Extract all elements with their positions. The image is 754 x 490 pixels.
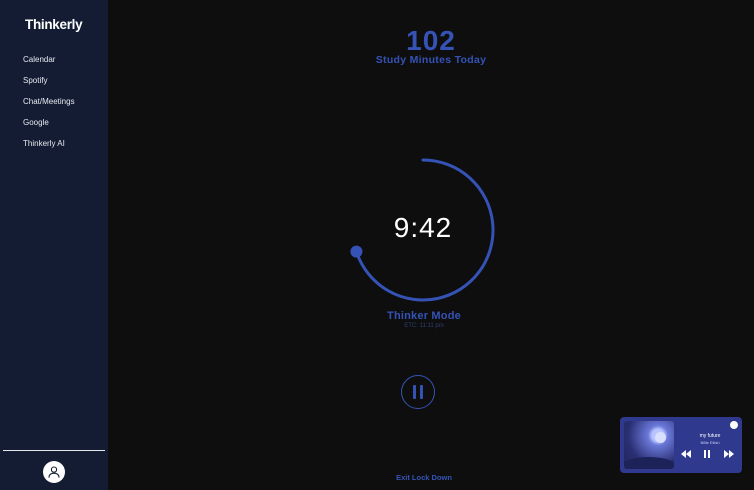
- pause-icon: [413, 385, 416, 399]
- next-track-button[interactable]: [724, 450, 734, 460]
- track-title: my future: [699, 433, 721, 439]
- user-icon: [48, 466, 60, 478]
- mini-player: my future Billie Eilish: [620, 417, 742, 473]
- timer-display: 9:42: [393, 212, 453, 243]
- sidebar-item-spotify[interactable]: Spotify: [23, 76, 75, 97]
- sidebar-item-chat-meetings[interactable]: Chat/Meetings: [23, 97, 75, 118]
- timer-progress-knob[interactable]: [350, 245, 363, 258]
- previous-track-button[interactable]: [681, 450, 691, 460]
- rewind-icon: [681, 450, 691, 458]
- app-window: Thinkerly Calendar Spotify Chat/Meetings…: [0, 0, 754, 490]
- profile-button[interactable]: [43, 461, 65, 483]
- mode-label: Thinker Mode: [387, 310, 461, 322]
- exit-lockdown-button[interactable]: Exit Lock Down: [374, 473, 474, 482]
- sidebar-item-google[interactable]: Google: [23, 118, 75, 139]
- pause-icon: [703, 450, 711, 458]
- sidebar: Thinkerly Calendar Spotify Chat/Meetings…: [0, 0, 108, 490]
- player-pause-button[interactable]: [703, 450, 711, 460]
- sidebar-item-calendar[interactable]: Calendar: [23, 55, 75, 76]
- brand-logo: Thinkerly: [25, 17, 83, 32]
- pause-button[interactable]: [401, 375, 435, 409]
- track-artist: Billie Eilish: [700, 440, 720, 445]
- etc-label: ETC: 11:11 pm: [404, 323, 444, 329]
- fast-forward-icon: [724, 450, 734, 458]
- study-minutes-label: Study Minutes Today: [375, 54, 487, 66]
- spotify-icon[interactable]: [730, 421, 738, 429]
- study-minutes-value: 102: [406, 25, 456, 56]
- sidebar-nav: Calendar Spotify Chat/Meetings Google Th…: [23, 55, 75, 160]
- sidebar-item-thinkerly-ai[interactable]: Thinkerly AI: [23, 139, 75, 160]
- album-art: [624, 421, 674, 469]
- sidebar-divider: [3, 450, 105, 451]
